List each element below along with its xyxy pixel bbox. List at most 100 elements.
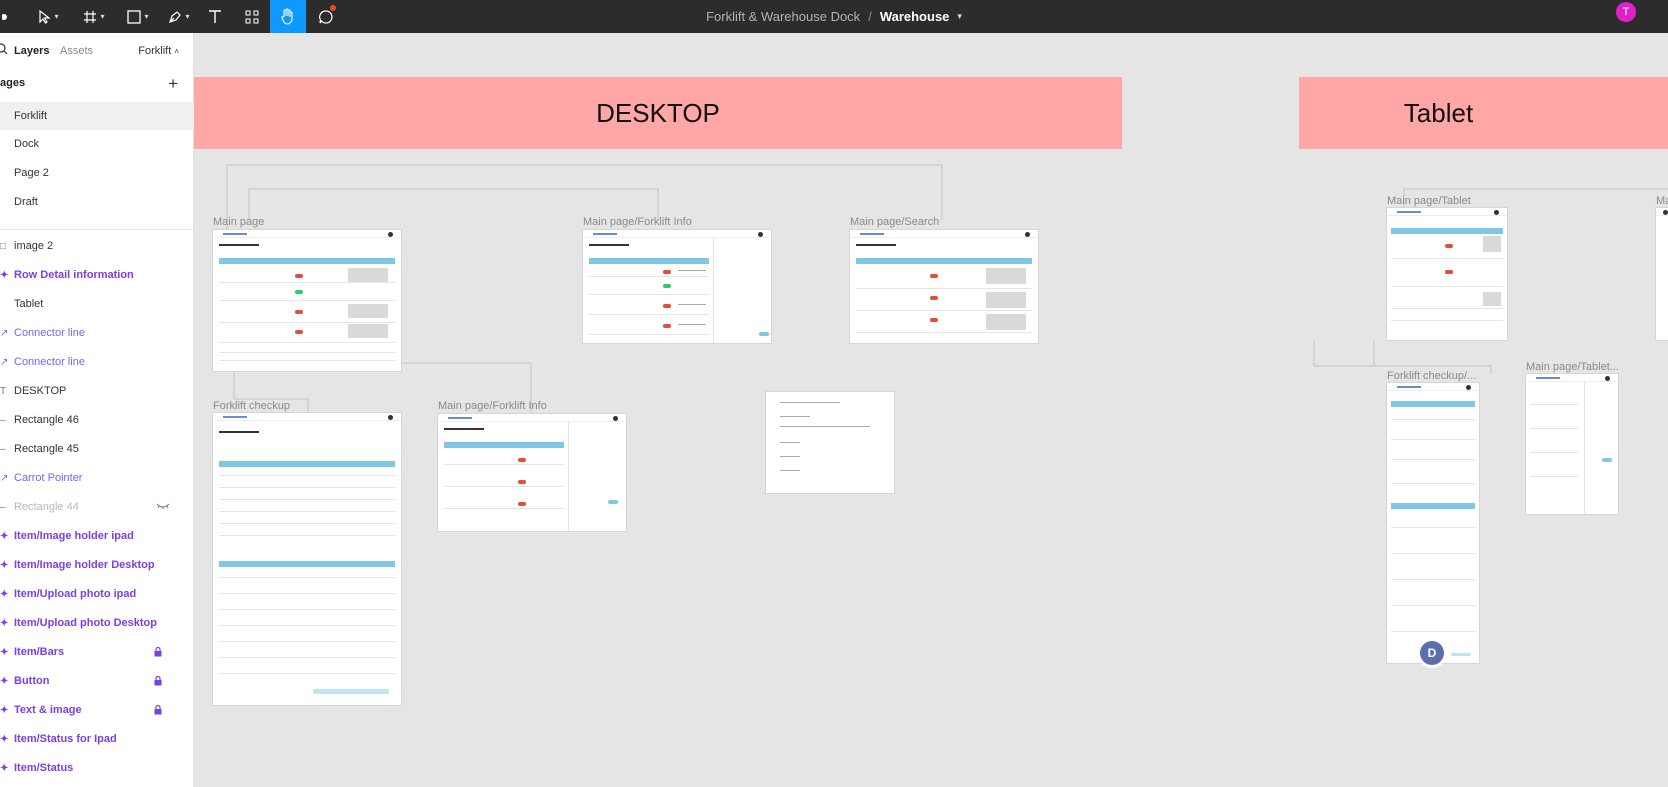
page-item-label: Forklift xyxy=(14,110,47,122)
panel-tabs: Layers Assets Forklift ˄ xyxy=(0,33,193,68)
search-icon[interactable] xyxy=(0,43,8,57)
status-pill xyxy=(295,330,303,334)
frame-checkup-tablet[interactable] xyxy=(1387,383,1479,663)
layer-row[interactable]: ✦ Item/Status for Ipad xyxy=(0,726,194,752)
layer-row[interactable]: ✦ Item/Image holder ipad xyxy=(0,523,194,549)
layer-row[interactable]: ✦ Item/Status xyxy=(0,755,194,781)
table-header xyxy=(444,442,564,448)
layer-row[interactable]: – Rectangle 45 xyxy=(0,436,194,462)
frame-main-page[interactable] xyxy=(213,230,401,371)
hidden-eye-icon[interactable] xyxy=(156,502,170,510)
table-row xyxy=(1391,553,1475,554)
page-item-page-2[interactable]: Page 2 xyxy=(0,159,194,187)
figma-menu-icon[interactable] xyxy=(0,0,14,33)
frame-forklift-info-2[interactable] xyxy=(438,414,626,531)
connector-icon: ↗ xyxy=(0,327,9,339)
frame-main-page-tablet[interactable] xyxy=(1387,208,1507,340)
frame-label[interactable]: Forklift checkup xyxy=(213,400,290,412)
frame-label[interactable]: Ma xyxy=(1656,195,1668,207)
frame-header xyxy=(438,414,626,422)
frame-forklift-checkup[interactable] xyxy=(213,413,401,705)
hand-tool[interactable] xyxy=(270,0,306,33)
text-line xyxy=(780,416,810,417)
status-pill xyxy=(663,270,671,274)
text-line xyxy=(780,470,800,471)
image-frame[interactable] xyxy=(766,392,894,493)
pen-tool[interactable]: ▾ xyxy=(163,0,195,33)
page-switcher[interactable]: Forklift ˄ xyxy=(138,45,179,57)
lock-icon[interactable] xyxy=(154,676,162,686)
image-holder xyxy=(348,268,388,282)
table-row xyxy=(219,360,395,361)
layer-name: Text & image xyxy=(14,704,82,716)
table-row xyxy=(1391,631,1475,632)
layer-row[interactable]: ✦ Item/Upload photo Desktop xyxy=(0,610,194,636)
text-layer-icon: T xyxy=(0,385,7,397)
user-avatar[interactable]: T xyxy=(1616,2,1636,22)
layer-row[interactable]: Tablet xyxy=(0,291,194,317)
notification-dot xyxy=(330,5,336,11)
layer-row[interactable]: – Rectangle 46 xyxy=(0,407,194,433)
frame-tool[interactable]: ▾ xyxy=(79,0,109,33)
text-tool[interactable] xyxy=(204,0,226,33)
image-holder xyxy=(986,292,1026,308)
frame-label[interactable]: Main page/Forklift Info xyxy=(583,216,692,228)
layer-row[interactable]: ✦ Item/Image holder Desktop xyxy=(0,552,194,578)
layer-row[interactable]: – Rectangle 44 xyxy=(0,494,194,520)
layer-row[interactable]: ✦ Text & image xyxy=(0,697,194,723)
page-item-forklift[interactable]: Forklift xyxy=(0,102,194,130)
table-row xyxy=(856,310,1032,311)
frame-label[interactable]: Main page xyxy=(213,216,264,228)
layer-row[interactable]: ↗ Connector line xyxy=(0,349,194,375)
frame-header xyxy=(213,230,401,238)
shape-tool[interactable]: ▾ xyxy=(122,0,154,33)
layer-row[interactable]: ↗ Carrot Pointer xyxy=(0,465,194,491)
rectangle-icon xyxy=(127,9,142,24)
lock-icon[interactable] xyxy=(154,647,162,657)
table-row xyxy=(444,464,564,465)
frame-label[interactable]: Forklift checkup/... xyxy=(1387,370,1476,382)
status-pill xyxy=(295,310,303,314)
file-name[interactable]: Forklift & Warehouse Dock xyxy=(706,9,860,24)
add-page-button[interactable]: + xyxy=(168,74,178,94)
table-header xyxy=(219,258,395,264)
move-tool[interactable]: ▾ xyxy=(34,0,64,33)
status-pill xyxy=(295,290,303,294)
page-item-dock[interactable]: Dock xyxy=(0,130,194,158)
chevron-down-icon: ▾ xyxy=(54,12,59,21)
design-canvas[interactable]: DESKTOP Tablet Main page Main page/Forkl… xyxy=(194,33,1668,787)
layer-row[interactable]: ✦ Button xyxy=(0,668,194,694)
layer-row[interactable]: ↗ Connector line xyxy=(0,320,194,346)
table-row xyxy=(1391,439,1475,440)
tab-layers[interactable]: Layers xyxy=(14,45,49,57)
frame-partial[interactable] xyxy=(1656,208,1668,340)
collaborator-avatar[interactable]: D xyxy=(1420,641,1444,665)
layer-name: Item/Status xyxy=(14,762,74,774)
frame-label[interactable]: Main page/Search xyxy=(850,216,939,228)
page-item-draft[interactable]: Draft xyxy=(0,188,194,216)
comment-tool[interactable] xyxy=(314,0,338,33)
page-name[interactable]: Warehouse xyxy=(880,9,950,24)
table-row xyxy=(219,322,395,323)
chevron-down-icon[interactable]: ▾ xyxy=(957,11,962,22)
page-item-label: Dock xyxy=(14,138,40,150)
table-row xyxy=(444,486,564,487)
text-line xyxy=(678,324,706,325)
status-pill xyxy=(930,274,938,278)
frame-label[interactable]: Main page/Tablet xyxy=(1387,195,1471,207)
tab-assets[interactable]: Assets xyxy=(60,45,93,57)
layer-row[interactable]: ✦ Item/Upload photo ipad xyxy=(0,581,194,607)
layer-row[interactable]: □ image 2 xyxy=(0,233,194,259)
frame-search[interactable] xyxy=(850,230,1038,343)
lock-icon[interactable] xyxy=(154,705,162,715)
frame-tablet-detail[interactable] xyxy=(1526,374,1618,514)
frame-label[interactable]: Main page/Forklift Info xyxy=(438,400,547,412)
layer-row[interactable]: ✦ Item/Bars xyxy=(0,639,194,665)
layer-row[interactable]: ✦ Row Detail information xyxy=(0,262,194,288)
table-row xyxy=(1391,459,1475,460)
resources-tool[interactable] xyxy=(240,0,264,33)
layer-row[interactable]: T DESKTOP xyxy=(0,378,194,404)
detail-side-panel xyxy=(1584,382,1618,514)
frame-forklift-info[interactable] xyxy=(583,230,771,343)
frame-label[interactable]: Main page/Tablet... xyxy=(1526,361,1619,373)
